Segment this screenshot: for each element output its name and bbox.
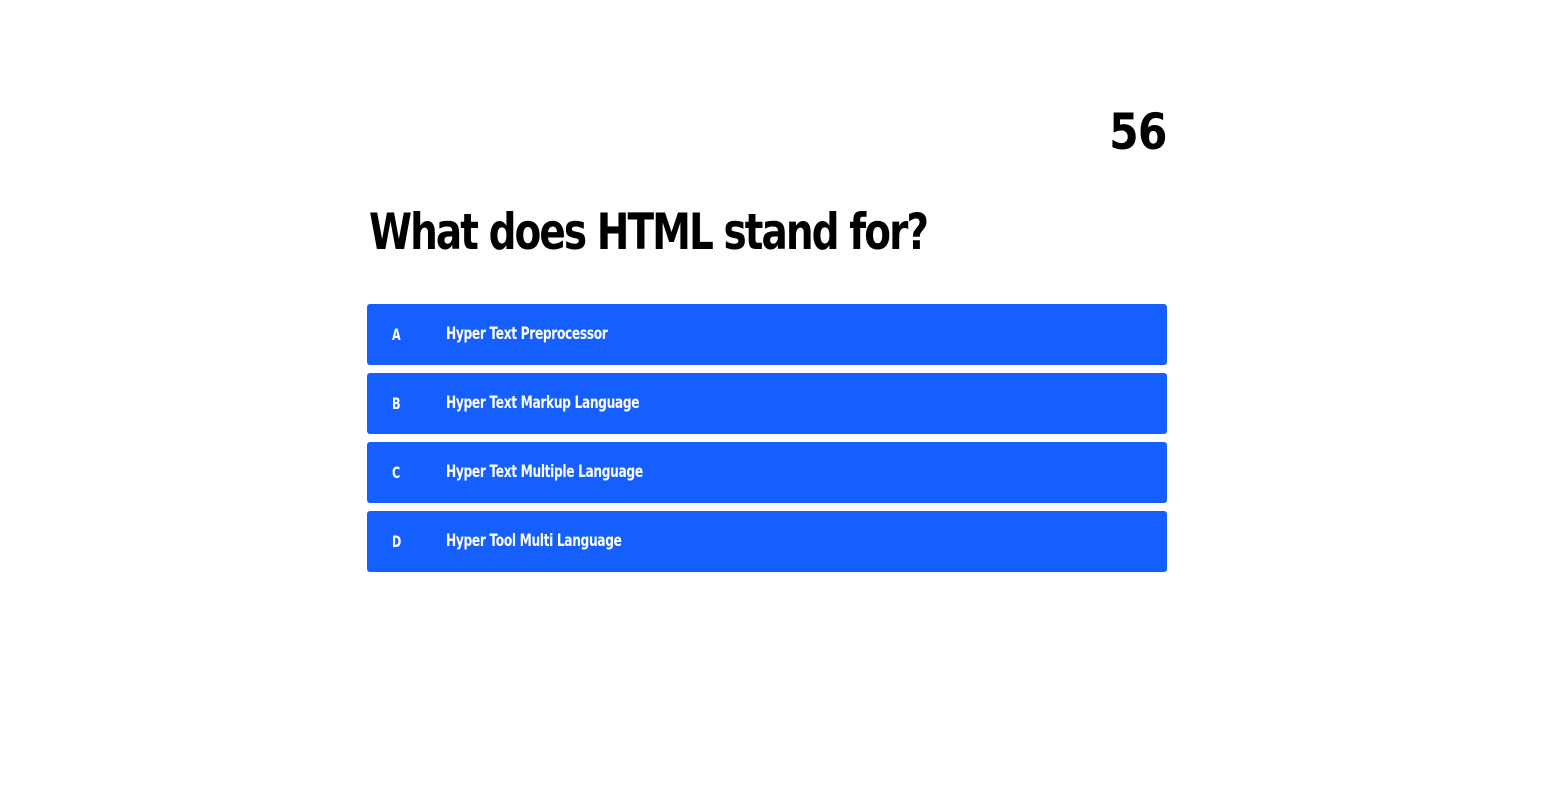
option-letter: B bbox=[392, 394, 401, 413]
countdown-timer: 56 bbox=[1109, 103, 1168, 161]
answer-options: A Hyper Text Preprocessor B Hyper Text M… bbox=[367, 304, 1167, 580]
question-text: What does HTML stand for? bbox=[369, 203, 929, 261]
answer-option-d[interactable]: D Hyper Tool Multi Language bbox=[367, 511, 1167, 572]
option-text: Hyper Text Multiple Language bbox=[446, 462, 643, 482]
option-letter: A bbox=[392, 325, 401, 344]
option-text: Hyper Text Preprocessor bbox=[446, 324, 608, 344]
option-text: Hyper Tool Multi Language bbox=[446, 531, 622, 551]
answer-option-a[interactable]: A Hyper Text Preprocessor bbox=[367, 304, 1167, 365]
quiz-container: 56 What does HTML stand for? A Hyper Tex… bbox=[367, 0, 1168, 794]
option-text: Hyper Text Markup Language bbox=[446, 393, 640, 413]
option-letter: C bbox=[392, 463, 401, 482]
option-letter: D bbox=[392, 532, 402, 551]
answer-option-b[interactable]: B Hyper Text Markup Language bbox=[367, 373, 1167, 434]
answer-option-c[interactable]: C Hyper Text Multiple Language bbox=[367, 442, 1167, 503]
